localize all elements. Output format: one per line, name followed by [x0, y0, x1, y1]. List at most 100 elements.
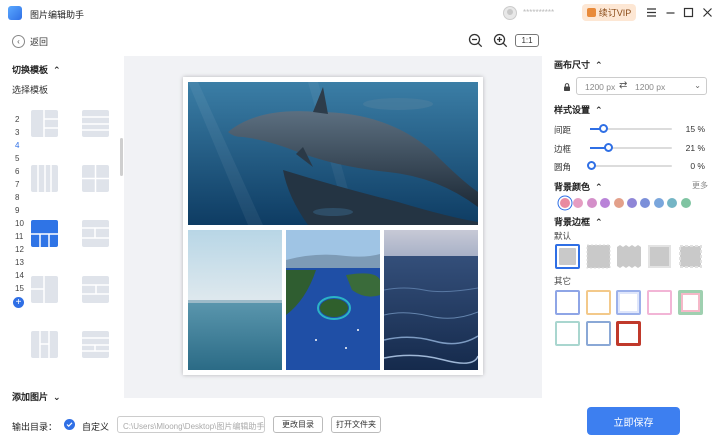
color-swatch[interactable]: [600, 198, 611, 208]
template-count-9[interactable]: 9: [15, 206, 19, 215]
vip-icon: [586, 8, 596, 17]
border-option-mint[interactable]: [555, 321, 580, 346]
chevron-down-icon: ⌄: [50, 392, 61, 402]
template-count-15[interactable]: 15: [15, 284, 24, 293]
zoom-in-icon[interactable]: [493, 33, 508, 48]
template-thumbnail[interactable]: [82, 220, 109, 247]
zoom-out-icon[interactable]: [468, 33, 483, 48]
template-thumbnail[interactable]: [31, 110, 58, 137]
corner-radius-slider[interactable]: [587, 161, 672, 170]
background-border-toggle[interactable]: 背景边框 ⌃: [554, 215, 603, 228]
border-option-torn[interactable]: [616, 244, 641, 269]
template-thumbnail[interactable]: [82, 276, 109, 303]
custom-directory-radio[interactable]: [64, 419, 75, 430]
change-directory-button[interactable]: 更改目录: [273, 416, 323, 433]
template-count-3[interactable]: 3: [15, 128, 19, 137]
template-thumbnail[interactable]: [31, 276, 58, 303]
style-settings-title: 样式设置: [554, 105, 591, 115]
output-path-field[interactable]: C:\Users\Mloong\Desktop\图片编辑助手: [117, 416, 265, 433]
add-picture-toggle[interactable]: 添加图片 ⌄: [12, 390, 61, 403]
spacing-slider[interactable]: [590, 124, 672, 133]
photo-slot-island[interactable]: [286, 230, 380, 370]
avatar[interactable]: [503, 6, 517, 20]
open-folder-button[interactable]: 打开文件夹: [331, 416, 381, 433]
chevron-up-icon: ⌃: [592, 217, 603, 227]
canvas-height-value[interactable]: 1200 px: [635, 82, 665, 92]
canvas-width-value[interactable]: 1200 px: [585, 82, 615, 92]
canvas-size-toggle[interactable]: 画布尺寸 ⌃: [554, 58, 603, 71]
canvas-size-select[interactable]: 1200 px ⇄ 1200 px ⌄: [576, 77, 707, 95]
photo-slot-dolphins[interactable]: [188, 82, 478, 225]
template-count-13[interactable]: 13: [15, 258, 24, 267]
template-thumbnail-selected[interactable]: [31, 220, 58, 247]
swap-icon[interactable]: ⇄: [619, 80, 627, 91]
template-count-10[interactable]: 10: [15, 219, 24, 228]
maximize-icon[interactable]: [681, 5, 695, 19]
template-count-7[interactable]: 7: [15, 180, 19, 189]
save-now-button[interactable]: 立即保存: [587, 407, 680, 435]
border-option-blue-flowers[interactable]: [616, 290, 641, 315]
app-logo-icon: [8, 6, 22, 20]
border-slider-knob[interactable]: [604, 143, 614, 152]
switch-template-label: 切换模板: [12, 65, 49, 75]
collage-canvas[interactable]: [183, 77, 483, 375]
corner-radius-slider-knob[interactable]: [587, 161, 596, 170]
template-count-5[interactable]: 5: [15, 154, 19, 163]
border-option-pink[interactable]: [647, 290, 672, 315]
more-colors-link[interactable]: 更多: [692, 180, 708, 191]
border-slider[interactable]: [590, 143, 672, 152]
output-directory-label: 输出目录：: [12, 422, 58, 432]
border-option-rainbow[interactable]: [678, 290, 703, 315]
border-option-navy[interactable]: [586, 321, 611, 346]
border-option-red[interactable]: [616, 321, 641, 346]
template-count-11[interactable]: 11: [15, 232, 23, 241]
username[interactable]: **********: [523, 8, 554, 17]
spacing-label: 间距: [554, 125, 572, 135]
switch-template-toggle[interactable]: 切换模板 ⌃: [12, 63, 61, 76]
border-option-plain[interactable]: [555, 244, 580, 269]
template-count-2[interactable]: 2: [15, 115, 19, 124]
close-icon[interactable]: [700, 5, 714, 19]
template-count-12[interactable]: 12: [15, 245, 24, 254]
color-swatch[interactable]: [680, 198, 691, 208]
back-label: 返回: [30, 37, 49, 47]
template-count-6[interactable]: 6: [15, 167, 19, 176]
border-option-scalloped[interactable]: [647, 244, 672, 269]
template-scrollbar[interactable]: [120, 138, 123, 176]
color-swatch[interactable]: [667, 198, 678, 208]
color-swatch[interactable]: [627, 198, 637, 208]
color-swatch[interactable]: [586, 198, 597, 208]
template-thumbnail[interactable]: [82, 165, 109, 192]
template-count-14[interactable]: 14: [15, 271, 24, 280]
back-button[interactable]: ‹ 返回: [12, 35, 48, 48]
renew-vip-button[interactable]: 续订VIP: [582, 4, 636, 21]
template-thumbnail[interactable]: [82, 331, 109, 358]
template-thumbnail[interactable]: [82, 110, 109, 137]
border-option-blue-sketch[interactable]: [555, 290, 580, 315]
color-swatch[interactable]: [640, 198, 651, 208]
template-thumbnail[interactable]: [31, 165, 58, 192]
color-swatch[interactable]: [573, 198, 584, 208]
border-option-orange[interactable]: [586, 290, 611, 315]
custom-directory-label[interactable]: 自定义: [82, 420, 109, 433]
template-count-8[interactable]: 8: [15, 193, 19, 202]
template-count-4[interactable]: 4: [15, 141, 19, 150]
add-template-icon[interactable]: +: [13, 297, 24, 308]
style-settings-toggle[interactable]: 样式设置 ⌃: [554, 103, 603, 116]
border-option-perforated[interactable]: [678, 244, 703, 269]
border-option-stamp[interactable]: [586, 244, 611, 269]
color-swatch[interactable]: [560, 198, 570, 208]
photo-slot-sea-horizon[interactable]: [188, 230, 282, 370]
chevron-down-icon: ⌄: [694, 81, 701, 90]
spacing-slider-knob[interactable]: [599, 124, 609, 133]
color-swatch[interactable]: [613, 198, 624, 208]
minimize-icon[interactable]: [663, 5, 677, 19]
color-swatch[interactable]: [653, 198, 664, 208]
template-thumbnail[interactable]: [31, 331, 58, 358]
add-picture-label: 添加图片: [12, 392, 49, 402]
menu-icon[interactable]: [644, 5, 658, 19]
photo-slot-ocean[interactable]: [384, 230, 478, 370]
actual-size-button[interactable]: 1:1: [515, 34, 539, 47]
background-color-toggle[interactable]: 背景颜色 ⌃: [554, 180, 603, 193]
lock-icon[interactable]: [563, 83, 571, 91]
